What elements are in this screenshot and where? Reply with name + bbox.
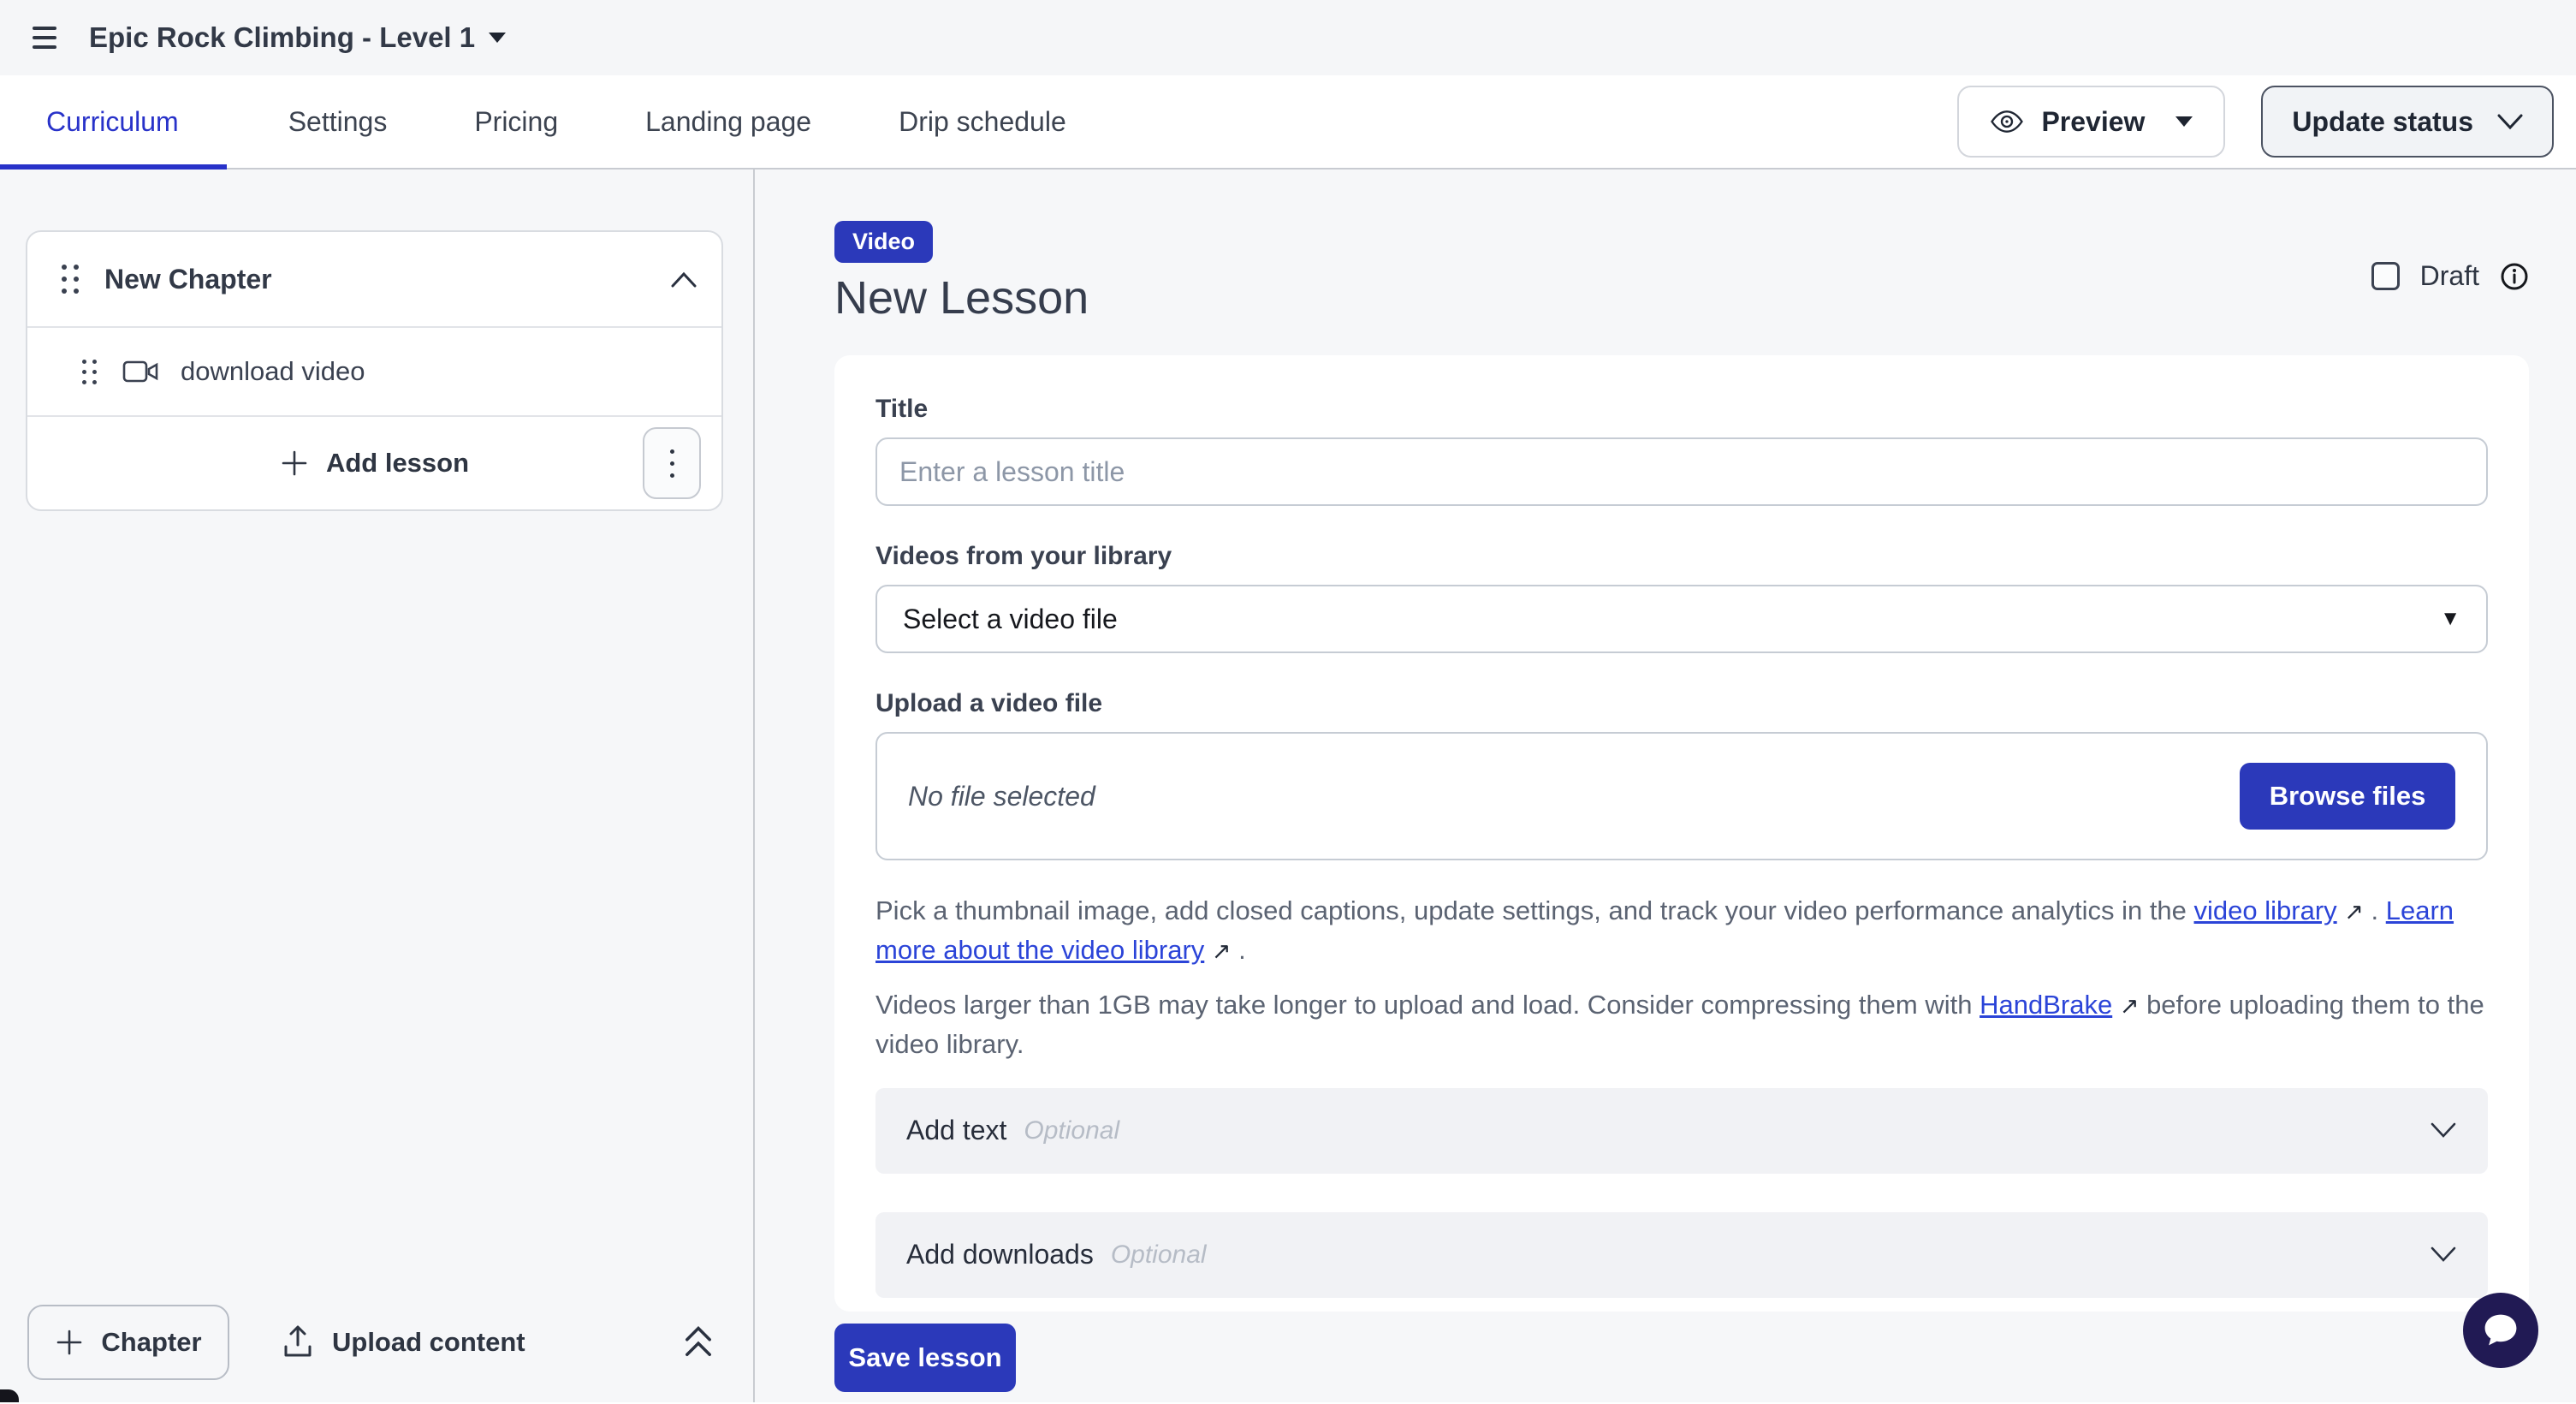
draft-label: Draft: [2420, 260, 2479, 292]
preview-button-label: Preview: [2041, 106, 2145, 138]
tab-drip-schedule[interactable]: Drip schedule: [873, 74, 1092, 169]
drag-handle-icon[interactable]: [82, 360, 97, 384]
draft-toggle-row: Draft: [2371, 260, 2529, 292]
library-label: Videos from your library: [875, 542, 2488, 571]
sidebar-footer: Chapter Upload content: [27, 1305, 715, 1380]
update-status-button[interactable]: Update status: [2261, 86, 2554, 158]
select-value: Select a video file: [903, 604, 1118, 635]
add-text-expander[interactable]: Add text Optional: [875, 1088, 2488, 1174]
optional-label: Optional: [1024, 1116, 1119, 1145]
corner-popover-edge: [0, 1389, 19, 1402]
hamburger-menu-icon[interactable]: [33, 27, 56, 49]
external-link-icon: ↗: [1212, 938, 1232, 964]
info-icon[interactable]: [2500, 262, 2529, 291]
video-library-help-text: Pick a thumbnail image, add closed capti…: [875, 891, 2488, 970]
video-library-select[interactable]: Select a video file ▼: [875, 585, 2488, 653]
chapter-header[interactable]: New Chapter: [27, 232, 721, 326]
add-lesson-row: Add lesson: [27, 417, 721, 509]
tab-pricing[interactable]: Pricing: [448, 74, 584, 169]
kebab-menu-icon: [670, 449, 674, 478]
add-chapter-button[interactable]: Chapter: [27, 1305, 229, 1380]
add-text-label: Add text: [906, 1115, 1006, 1146]
lesson-type-badge: Video: [834, 221, 933, 263]
add-chapter-label: Chapter: [101, 1327, 201, 1358]
eye-icon: [1990, 109, 2024, 134]
draft-checkbox[interactable]: [2371, 262, 2400, 290]
chapter-card: New Chapter download video: [26, 230, 723, 511]
handbrake-link[interactable]: HandBrake: [1979, 990, 2112, 1020]
tab-bar: Curriculum Settings Pricing Landing page…: [0, 75, 2576, 170]
compression-help-text: Videos larger than 1GB may take longer t…: [875, 985, 2488, 1064]
select-caret-icon: ▼: [2440, 607, 2460, 631]
video-library-link[interactable]: video library: [2194, 895, 2337, 925]
add-downloads-expander[interactable]: Add downloads Optional: [875, 1212, 2488, 1298]
external-link-icon: ↗: [2344, 899, 2364, 925]
update-status-label: Update status: [2292, 106, 2473, 138]
dropdown-caret-icon: [489, 33, 506, 43]
tab-curriculum[interactable]: Curriculum: [0, 74, 227, 169]
add-lesson-label: Add lesson: [326, 448, 469, 479]
optional-label: Optional: [1111, 1240, 1207, 1270]
add-lesson-button[interactable]: Add lesson: [280, 448, 469, 479]
chapter-title: New Chapter: [104, 264, 670, 295]
lesson-row[interactable]: download video: [27, 328, 721, 415]
lesson-header: Video New Lesson Draft: [834, 221, 2529, 324]
chevron-down-icon: [2497, 114, 2523, 130]
curriculum-sidebar: New Chapter download video: [0, 170, 755, 1402]
help-text-part: .: [1232, 935, 1246, 965]
upload-icon: [282, 1324, 313, 1360]
video-camera-icon: [122, 360, 158, 384]
plus-icon: [280, 449, 309, 478]
collapse-all-icon[interactable]: [681, 1324, 715, 1361]
tab-landing-page[interactable]: Landing page: [620, 74, 837, 169]
upload-content-button[interactable]: Upload content: [282, 1324, 525, 1360]
chevron-down-icon: [2430, 1122, 2457, 1139]
help-text-part: Pick a thumbnail image, add closed capti…: [875, 895, 2194, 925]
lesson-form-card: Title Videos from your library Select a …: [834, 355, 2529, 1312]
upload-file-label: Upload a video file: [875, 689, 2488, 718]
page-title: New Lesson: [834, 271, 2529, 324]
chapter-menu-button[interactable]: [643, 427, 701, 499]
preview-button[interactable]: Preview: [1957, 86, 2225, 158]
chevron-down-icon: [2430, 1246, 2457, 1263]
chat-bubble-icon: [2478, 1308, 2523, 1353]
no-file-text: No file selected: [908, 781, 1095, 812]
help-text-part: Videos larger than 1GB may take longer t…: [875, 990, 1979, 1020]
title-label: Title: [875, 395, 2488, 424]
lesson-editor: Video New Lesson Draft Title Videos from…: [755, 170, 2576, 1402]
top-bar: Epic Rock Climbing - Level 1: [0, 0, 2576, 75]
external-link-icon: ↗: [2120, 993, 2140, 1019]
save-lesson-button[interactable]: Save lesson: [834, 1324, 1016, 1392]
help-text-part: .: [2364, 895, 2386, 925]
drag-handle-icon[interactable]: [62, 265, 79, 294]
file-drop-area[interactable]: No file selected Browse files: [875, 732, 2488, 860]
course-title: Epic Rock Climbing - Level 1: [89, 21, 475, 54]
course-title-dropdown[interactable]: Epic Rock Climbing - Level 1: [89, 21, 506, 54]
add-downloads-label: Add downloads: [906, 1239, 1094, 1270]
browse-files-button[interactable]: Browse files: [2240, 763, 2455, 830]
chat-launcher-button[interactable]: [2463, 1293, 2538, 1368]
upload-content-label: Upload content: [332, 1327, 525, 1358]
lesson-title: download video: [181, 356, 365, 387]
tab-settings[interactable]: Settings: [263, 74, 413, 169]
chevron-up-icon[interactable]: [670, 271, 697, 288]
preview-caret-icon: [2175, 116, 2193, 127]
lesson-title-input[interactable]: [875, 437, 2488, 506]
plus-icon: [55, 1328, 84, 1357]
